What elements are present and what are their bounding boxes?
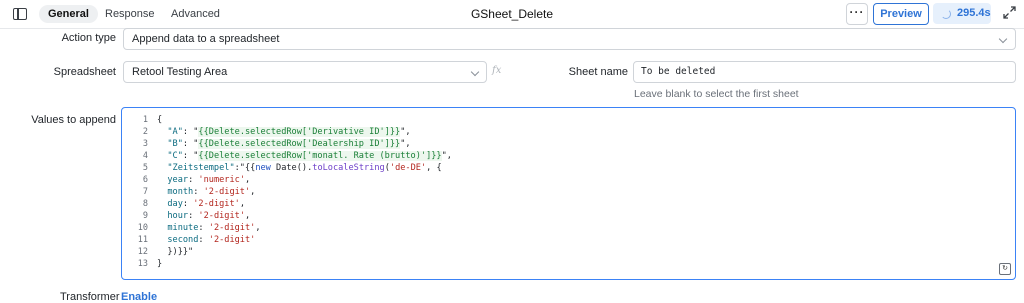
code-line[interactable]: "A": "{{Delete.selectedRow['Derivative I… (157, 126, 452, 138)
line-number: 9 (142, 211, 148, 221)
fx-icon[interactable]: fx (492, 65, 501, 76)
code-line[interactable]: month: '2-digit', (157, 186, 452, 198)
sheet-name-input[interactable]: To be deleted (633, 61, 1016, 83)
line-number-gutter: 1 2 3 4 5 6 7 8 9 10 11 12 13 (122, 114, 148, 270)
code-line[interactable]: year: 'numeric', (157, 174, 452, 186)
code-line[interactable]: "B": "{{Delete.selectedRow['Dealership I… (157, 138, 452, 150)
expand-icon[interactable] (1003, 6, 1016, 19)
line-number: 8 (142, 199, 148, 209)
sheet-name-label: Sheet name (568, 66, 628, 78)
format-code-icon[interactable]: ↻ (999, 263, 1011, 275)
spreadsheet-select[interactable]: Retool Testing Area (123, 61, 487, 83)
action-type-value: Append data to a spreadsheet (132, 33, 280, 45)
line-number: 13 (137, 259, 148, 269)
run-time-badge: 295.4s (933, 3, 991, 24)
enable-transformer-link[interactable]: Enable (121, 291, 157, 303)
chevron-down-icon (470, 67, 480, 77)
action-type-select[interactable]: Append data to a spreadsheet (123, 28, 1016, 50)
line-number: 5 (142, 163, 148, 173)
sheet-name-hint: Leave blank to select the first sheet (634, 88, 799, 100)
action-type-label: Action type (61, 32, 116, 44)
preview-button[interactable]: Preview (873, 3, 929, 25)
code-line[interactable]: } (157, 258, 452, 270)
code-line[interactable]: { (157, 114, 452, 126)
query-editor-header: General Response Advanced GSheet_Delete … (0, 0, 1024, 29)
line-number: 10 (137, 223, 148, 233)
line-number: 11 (137, 235, 148, 245)
line-number: 7 (142, 187, 148, 197)
line-number: 1 (142, 115, 148, 125)
code-line[interactable]: })}}" (157, 246, 452, 258)
line-number: 4 (142, 151, 148, 161)
spreadsheet-label: Spreadsheet (53, 66, 116, 78)
line-number: 12 (137, 247, 148, 257)
values-to-append-label: Values to append (31, 114, 116, 126)
transformer-label: Transformer (60, 291, 120, 303)
spreadsheet-value: Retool Testing Area (132, 66, 228, 78)
code-line[interactable]: hour: '2-digit', (157, 210, 452, 222)
code-line[interactable]: "C": "{{Delete.selectedRow['monatl. Rate… (157, 150, 452, 162)
run-time-value: 295.4s (957, 7, 991, 19)
chevron-down-icon (998, 34, 1008, 44)
line-number: 6 (142, 175, 148, 185)
code-content[interactable]: { "A": "{{Delete.selectedRow['Derivative… (157, 114, 452, 270)
values-code-editor[interactable]: 1 2 3 4 5 6 7 8 9 10 11 12 13 { "A": "{{Delete.selec… (121, 107, 1016, 280)
code-line[interactable]: "Zeitstempel":"{{new Date().toLocaleStri… (157, 162, 452, 174)
line-number: 3 (142, 139, 148, 149)
spinner-icon (941, 9, 951, 19)
more-options-button[interactable]: ··· (846, 3, 868, 25)
code-line[interactable]: minute: '2-digit', (157, 222, 452, 234)
query-name[interactable]: GSheet_Delete (0, 0, 1024, 28)
line-number: 2 (142, 127, 148, 137)
code-line[interactable]: day: '2-digit', (157, 198, 452, 210)
code-line[interactable]: second: '2-digit' (157, 234, 452, 246)
